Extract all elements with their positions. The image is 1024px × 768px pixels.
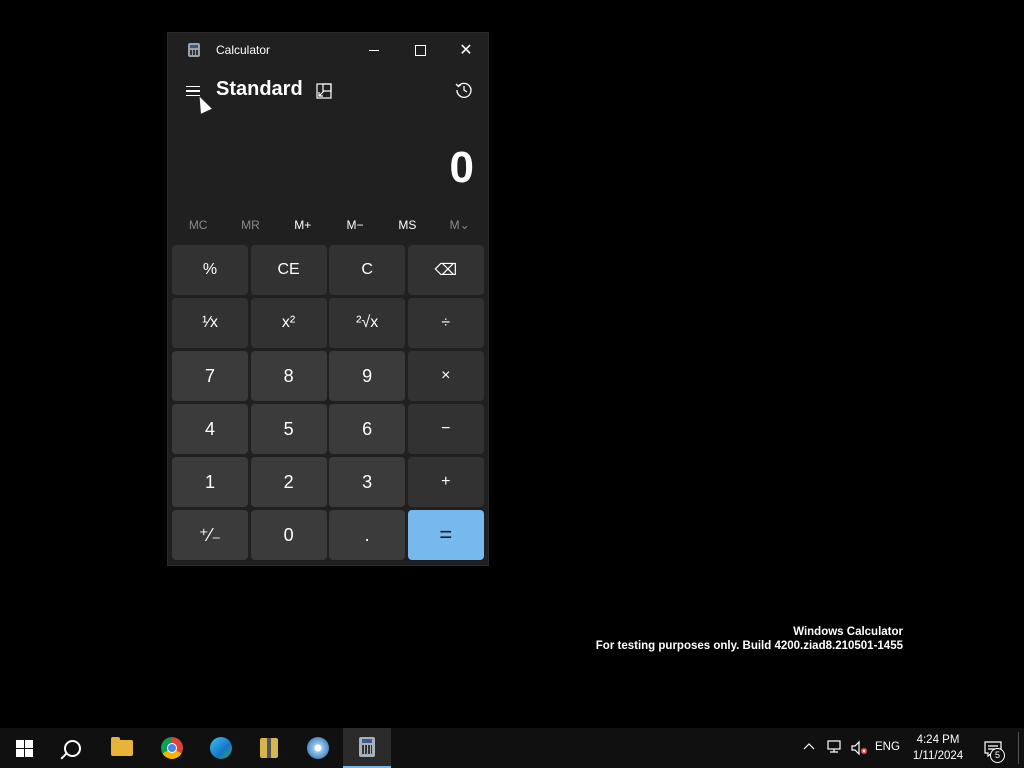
clear-button[interactable]: C <box>329 245 406 295</box>
digit-9-button[interactable]: 9 <box>329 351 406 401</box>
archive-app-icon <box>260 738 278 758</box>
history-icon[interactable] <box>454 80 474 100</box>
square-root-button[interactable]: ²√x <box>329 298 406 348</box>
show-hidden-icons-icon[interactable] <box>803 740 815 752</box>
notification-count-badge: 5 <box>990 748 1005 763</box>
edge-button[interactable] <box>197 728 245 768</box>
maximize-button[interactable] <box>397 33 443 67</box>
minimize-button[interactable] <box>351 33 397 67</box>
memory-store-button[interactable]: MS <box>381 218 433 238</box>
start-button[interactable] <box>0 728 48 768</box>
disc-app-icon <box>307 737 329 759</box>
digit-6-button[interactable]: 6 <box>329 404 406 454</box>
reciprocal-button[interactable]: ¹⁄x <box>172 298 248 348</box>
calculator-header: Standard <box>168 73 490 109</box>
digit-8-button[interactable]: 8 <box>250 351 327 401</box>
plus-button[interactable]: + <box>407 457 484 507</box>
calculator-taskbar-button[interactable] <box>343 728 391 768</box>
search-button[interactable] <box>48 728 96 768</box>
digit-4-button[interactable]: 4 <box>172 404 248 454</box>
percent-button[interactable]: % <box>172 245 248 295</box>
calculator-icon <box>359 737 375 757</box>
square-button[interactable]: x² <box>250 298 327 348</box>
memory-clear-button[interactable]: MC <box>172 218 224 238</box>
digit-2-button[interactable]: 2 <box>250 457 327 507</box>
window-title: Calculator <box>216 43 271 57</box>
memory-add-button[interactable]: M+ <box>277 218 329 238</box>
calculator-app-icon <box>188 43 200 57</box>
show-desktop-button[interactable] <box>1018 732 1019 764</box>
result-display: 0 <box>449 143 474 192</box>
memory-row: MC MR M+ M− MS M⌄ <box>172 218 486 238</box>
start-icon <box>15 739 33 757</box>
keep-on-top-icon[interactable] <box>314 81 334 101</box>
search-icon <box>63 739 81 757</box>
digit-3-button[interactable]: 3 <box>329 457 406 507</box>
equals-button[interactable]: = <box>407 510 484 560</box>
decimal-button[interactable]: . <box>329 510 406 560</box>
calculator-window: Calculator ✕ Standard 0 MC MR M+ M− MS M… <box>167 32 489 566</box>
clock-time: 4:24 PM <box>916 734 960 746</box>
backspace-button[interactable]: ⌫ <box>407 245 484 295</box>
keypad: % CE C ⌫ ¹⁄x x² ²√x ÷ 7 8 9 × 4 5 6 − 1 … <box>172 245 486 560</box>
digit-7-button[interactable]: 7 <box>172 351 248 401</box>
memory-subtract-button[interactable]: M− <box>329 218 381 238</box>
memory-list-button[interactable]: M⌄ <box>433 218 485 238</box>
language-indicator[interactable]: ENG <box>875 741 900 753</box>
multiply-button[interactable]: × <box>407 351 484 401</box>
digit-5-button[interactable]: 5 <box>250 404 327 454</box>
desktop <box>0 0 1024 728</box>
chrome-icon <box>161 737 183 759</box>
digit-0-button[interactable]: 0 <box>250 510 327 560</box>
divide-button[interactable]: ÷ <box>407 298 484 348</box>
edge-icon <box>210 737 232 759</box>
watermark-build: For testing purposes only. Build 4200.zi… <box>595 640 903 652</box>
clock-date: 1/11/2024 <box>912 750 964 762</box>
watermark-title: Windows Calculator <box>793 626 903 638</box>
disc-app-button[interactable] <box>294 728 342 768</box>
clock[interactable]: 4:24 PM 1/11/2024 <box>905 732 971 764</box>
minus-button[interactable]: − <box>407 404 484 454</box>
minimize-icon <box>369 49 379 51</box>
memory-recall-button[interactable]: MR <box>224 218 276 238</box>
archive-app-button[interactable] <box>245 728 293 768</box>
clear-entry-button[interactable]: CE <box>250 245 327 295</box>
chrome-button[interactable] <box>148 728 196 768</box>
digit-1-button[interactable]: 1 <box>172 457 248 507</box>
file-explorer-button[interactable] <box>98 728 146 768</box>
maximize-icon <box>414 44 426 56</box>
taskbar <box>0 728 1024 768</box>
negate-button[interactable]: ⁺⁄₋ <box>172 510 248 560</box>
close-button[interactable]: ✕ <box>443 33 489 67</box>
volume-muted-icon[interactable] <box>850 740 868 756</box>
network-icon[interactable] <box>826 740 844 754</box>
file-explorer-icon <box>111 737 133 756</box>
title-bar[interactable]: Calculator ✕ <box>168 33 490 67</box>
close-icon: ✕ <box>459 40 473 59</box>
build-watermark: Windows Calculator For testing purposes … <box>596 625 903 653</box>
mode-title: Standard <box>216 78 303 100</box>
